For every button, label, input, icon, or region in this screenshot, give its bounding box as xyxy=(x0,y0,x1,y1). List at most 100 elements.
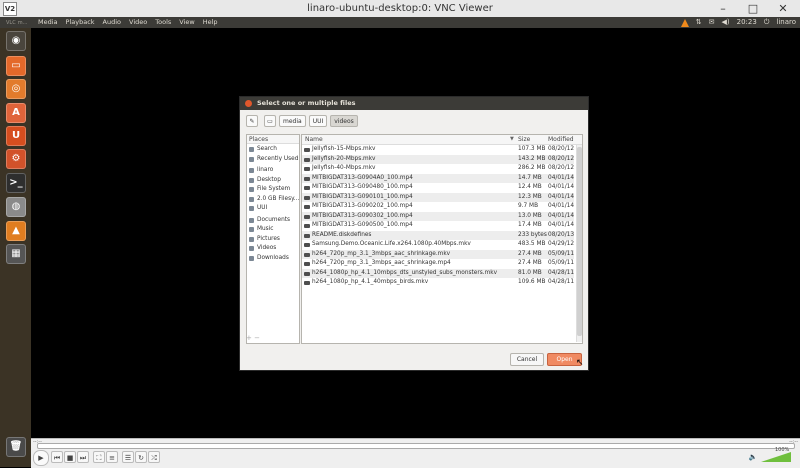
places-item[interactable]: Pictures xyxy=(247,235,299,245)
ubuntu-one-glyph: U xyxy=(11,130,21,141)
place-icon xyxy=(249,206,254,211)
fullscreen-icon[interactable]: ⛶ xyxy=(93,451,105,463)
previous-icon[interactable]: ⏮ xyxy=(51,451,63,463)
dash-glyph: ◉ xyxy=(11,35,21,46)
files-icon[interactable]: ▭ xyxy=(6,56,26,76)
drive-icon[interactable]: ▭ xyxy=(264,115,276,127)
user-name[interactable]: linaro xyxy=(776,17,796,28)
path-segment-uui[interactable]: UUI xyxy=(308,115,328,127)
play-button[interactable]: ▶ xyxy=(33,450,49,466)
places-item-label: 2.0 GB Filesy... xyxy=(257,195,299,202)
file-row[interactable]: MITBIGDAT313-G090500_100.mp4 17.4 MB 04/01… xyxy=(302,221,574,231)
file-size: 12.4 MB xyxy=(518,184,542,190)
video-file-icon xyxy=(304,262,310,266)
vlc-icon[interactable]: ▲ xyxy=(6,221,26,241)
file-row[interactable]: README.diskdefines 233 bytes 08/20/13 xyxy=(302,230,574,240)
column-size[interactable]: Size xyxy=(518,135,530,144)
disk-utility-icon[interactable]: ◍ xyxy=(6,197,26,217)
file-row[interactable]: h264_720p_mp_3.1_3mbps_aac_shrinkage.mp4… xyxy=(302,259,574,269)
file-size: 13.0 MB xyxy=(518,212,542,219)
menu-video[interactable]: Video xyxy=(125,17,151,28)
volume-icon[interactable]: ◀) xyxy=(722,17,730,28)
cancel-button[interactable]: Cancel xyxy=(510,353,544,366)
video-file-icon xyxy=(304,167,310,171)
places-item[interactable]: Videos xyxy=(247,244,299,254)
places-item[interactable]: File System xyxy=(247,185,299,195)
place-icon xyxy=(249,168,254,173)
scrollbar-thumb[interactable] xyxy=(577,147,582,336)
file-row[interactable]: MITBIGDAT313-G090302_100.mp4 13.0 MB 04/01… xyxy=(302,211,574,221)
trash-glyph: 🗑 xyxy=(9,441,23,452)
volume-slider[interactable] xyxy=(761,452,791,462)
file-row[interactable]: MITBIGDAT313-G090101_100.mp4 12.3 MB 04/01… xyxy=(302,192,575,202)
places-item[interactable]: 2.0 GB Filesy... xyxy=(247,195,299,205)
minimize-button[interactable]: – xyxy=(708,0,738,17)
extended-settings-icon[interactable]: ≡ xyxy=(106,451,118,463)
menu-help[interactable]: Help xyxy=(199,17,222,28)
trash-icon[interactable]: 🗑 xyxy=(6,437,26,457)
menu-audio[interactable]: Audio xyxy=(99,17,125,28)
power-icon[interactable]: ⏻ xyxy=(764,17,770,28)
file-row[interactable]: h264_1080p_hp_4.1_10mbps_dts_unstyled_su… xyxy=(302,268,574,278)
places-item[interactable]: Search xyxy=(247,145,299,155)
column-name[interactable]: Name xyxy=(305,135,323,144)
places-item[interactable]: Documents xyxy=(247,216,299,226)
loop-icon[interactable]: ↻ xyxy=(135,451,147,463)
menu-tools[interactable]: Tools xyxy=(151,17,175,28)
file-row[interactable]: Jellyfish-20-Mbps.mkv 143.2 MB 08/20/12 xyxy=(302,154,574,164)
clock[interactable]: 20:23 xyxy=(737,17,757,28)
mute-icon[interactable]: 🔈 xyxy=(747,451,759,463)
firefox-icon[interactable]: ◎ xyxy=(6,79,26,99)
column-modified[interactable]: Modified xyxy=(548,135,574,144)
places-add-remove[interactable]: + − xyxy=(246,334,260,342)
file-row[interactable]: Jellyfish-40-Mbps.mkv 286.2 MB 08/20/12 xyxy=(302,164,574,174)
file-row[interactable]: MITBIGDAT313-G090202_100.mp4 9.7 MB 04/01/… xyxy=(302,202,574,212)
software-center-icon[interactable]: A xyxy=(6,103,26,123)
mail-icon[interactable]: ✉ xyxy=(709,17,715,28)
video-file-icon xyxy=(304,281,310,285)
menu-view[interactable]: View xyxy=(175,17,198,28)
file-row[interactable]: h264_720p_mp_3.1_3mbps_aac_shrinkage.mkv… xyxy=(302,249,574,259)
transfer-icon[interactable]: ⇅ xyxy=(696,17,702,28)
file-size: 81.0 MB xyxy=(518,269,542,276)
file-name: h264_720p_mp_3.1_3mbps_aac_shrinkage.mp4 xyxy=(312,260,451,266)
menu-media[interactable]: Media xyxy=(34,17,62,28)
shuffle-icon[interactable]: ⤮ xyxy=(148,451,160,463)
close-button[interactable]: ✕ xyxy=(768,0,798,17)
next-icon[interactable]: ⏭ xyxy=(77,451,89,463)
seek-bar[interactable] xyxy=(37,443,795,449)
settings-icon[interactable]: ⚙ xyxy=(6,149,26,169)
places-item[interactable]: linaro xyxy=(247,166,299,176)
file-list-scrollbar[interactable] xyxy=(576,145,582,342)
place-icon xyxy=(249,177,254,183)
file-row[interactable]: MITBIGDAT313-G0904A0_100.mp4 14.7 MB 04/01… xyxy=(302,173,574,183)
places-item[interactable]: Downloads xyxy=(247,254,299,264)
workspace-switcher-icon[interactable]: ▦ xyxy=(6,244,26,264)
edit-path-icon[interactable]: ✎ xyxy=(246,115,258,127)
terminal-icon[interactable]: >_ xyxy=(6,173,26,193)
file-modified: 04/01/14 xyxy=(548,193,575,200)
dash-icon[interactable]: ◉ xyxy=(6,31,26,51)
vlc-cone-icon[interactable] xyxy=(680,18,689,27)
dialog-close-button[interactable] xyxy=(245,100,252,107)
menu-playback[interactable]: Playback xyxy=(62,17,99,28)
path-segment-videos[interactable]: videos xyxy=(330,115,358,127)
places-item[interactable]: Desktop xyxy=(247,176,299,186)
place-icon xyxy=(249,147,254,152)
places-item[interactable]: UUI xyxy=(247,204,299,214)
ubuntu-one-icon[interactable]: U xyxy=(6,126,26,146)
file-row[interactable]: MITBIGDAT313-G090480_100.mp4 12.4 MB 04/01… xyxy=(302,183,574,193)
file-row[interactable]: Samsung.Demo.Oceanic.Life.x264.1080p.40M… xyxy=(302,240,574,250)
places-item-label: Videos xyxy=(257,245,277,251)
file-list-header: Name ▼ Size Modified xyxy=(302,135,582,145)
file-row[interactable]: h264_1080p_hp_4.1_40mbps_birds.mkv 109.6 … xyxy=(302,278,574,288)
maximize-button[interactable]: □ xyxy=(738,0,768,17)
file-modified: 04/29/12 xyxy=(548,241,575,247)
places-item[interactable]: Recently Used xyxy=(247,155,299,165)
places-item[interactable]: Music xyxy=(247,225,299,235)
mouse-cursor-icon: ↖ xyxy=(576,358,584,368)
path-segment-media[interactable]: media xyxy=(279,115,306,127)
playlist-icon[interactable]: ☰ xyxy=(122,451,134,463)
file-row[interactable]: Jellyfish-15-Mbps.mkv 107.3 MB 08/20/12 xyxy=(302,145,574,155)
stop-icon[interactable]: ■ xyxy=(64,451,76,463)
